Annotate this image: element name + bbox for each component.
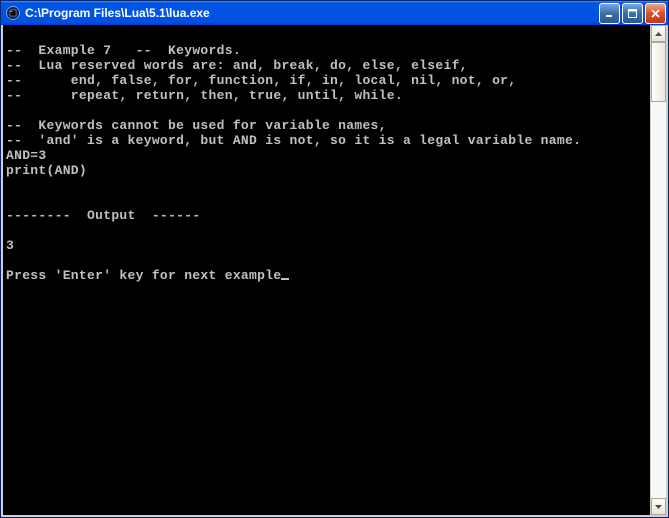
minimize-button[interactable] bbox=[599, 3, 620, 24]
text-cursor bbox=[281, 278, 289, 280]
titlebar[interactable]: C:\Program Files\Lua\5.1\lua.exe bbox=[1, 1, 668, 25]
client-area: -- Example 7 -- Keywords. -- Lua reserve… bbox=[1, 25, 668, 517]
console-output[interactable]: -- Example 7 -- Keywords. -- Lua reserve… bbox=[3, 25, 650, 515]
maximize-button[interactable] bbox=[622, 3, 643, 24]
console-icon bbox=[5, 5, 21, 21]
scroll-up-button[interactable] bbox=[651, 25, 666, 42]
scroll-thumb[interactable] bbox=[651, 42, 666, 102]
scroll-down-button[interactable] bbox=[651, 498, 666, 515]
scroll-track[interactable] bbox=[651, 42, 666, 498]
console-window: C:\Program Files\Lua\5.1\lua.exe -- Exam… bbox=[0, 0, 669, 518]
window-title: C:\Program Files\Lua\5.1\lua.exe bbox=[25, 6, 599, 20]
window-buttons bbox=[599, 3, 666, 24]
close-button[interactable] bbox=[645, 3, 666, 24]
vertical-scrollbar[interactable] bbox=[650, 25, 666, 515]
